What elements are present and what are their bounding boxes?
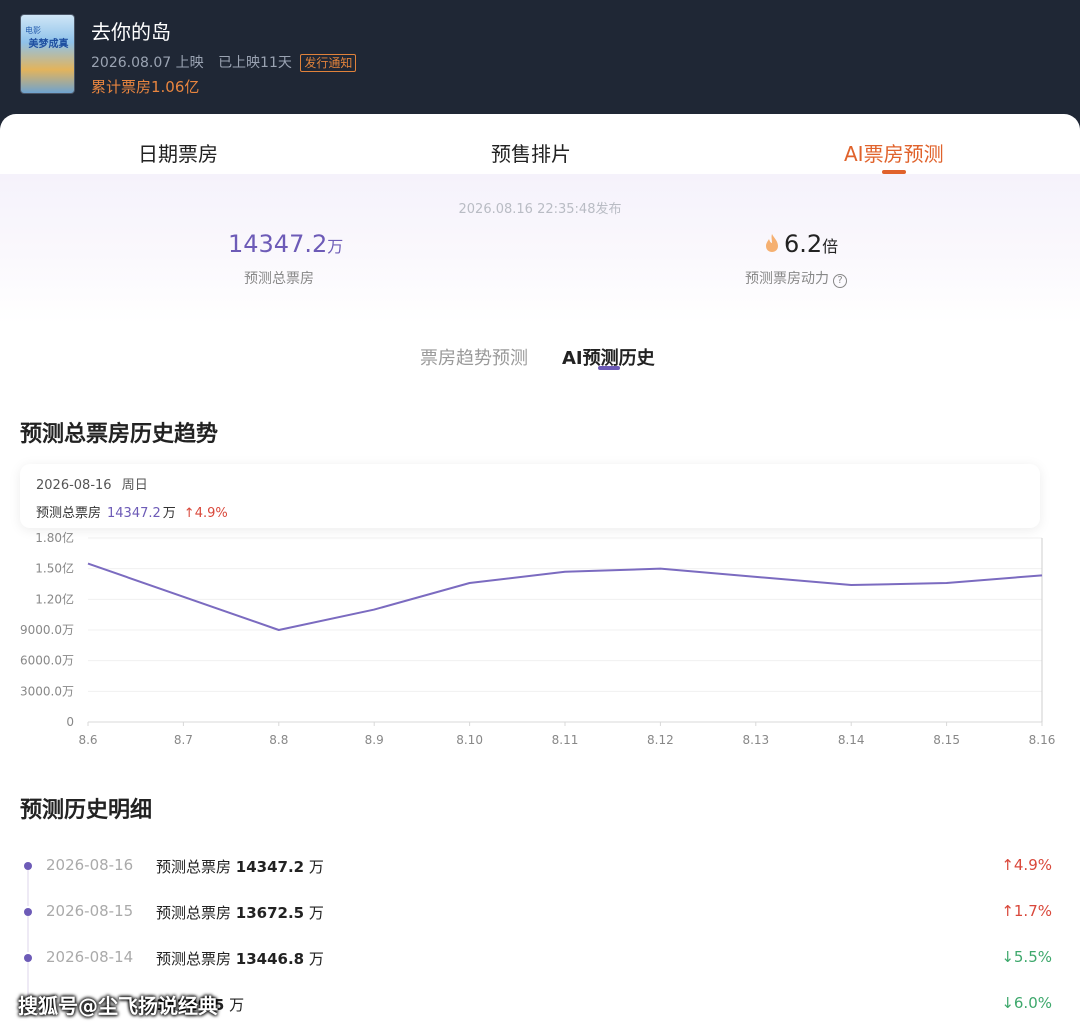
y-tick-label: 1.20亿 — [35, 591, 74, 606]
change-arrow-icon: ↑ — [1001, 902, 1014, 920]
poster-title-text: 美梦成真 — [28, 39, 69, 50]
main-tabs: 日期票房 预售排片 AI票房预测 — [0, 114, 1080, 174]
release-notice-badge[interactable]: 发行通知 — [300, 54, 357, 72]
movie-title: 去你的岛 — [91, 20, 171, 44]
x-tick-label: 8.8 — [269, 733, 288, 747]
history-label: 预测总票房 — [156, 950, 232, 968]
history-change: ↓6.0% — [1001, 994, 1052, 1012]
history-change-value: 1.7% — [1013, 902, 1052, 920]
tooltip-value-line: 预测总票房 14347.2 万 ↑4.9% — [36, 502, 228, 521]
x-tick-label: 8.6 — [78, 733, 97, 747]
x-tick-label: 8.10 — [456, 733, 483, 747]
poster-small-text: 电影 — [25, 26, 41, 35]
box-office-power-value: 6.2倍 — [764, 230, 838, 258]
y-tick-label: 1.50亿 — [35, 561, 74, 576]
x-tick-label: 8.12 — [647, 733, 674, 747]
y-tick-label: 0 — [66, 715, 74, 729]
tab-daily-box-office[interactable]: 日期票房 — [138, 138, 218, 167]
y-tick-label: 3000.0万 — [20, 684, 74, 698]
history-label: 预测总票房 — [156, 858, 232, 876]
timeline-dot — [24, 862, 32, 870]
chart-tooltip: 2026-08-16 周日 预测总票房 14347.2 万 ↑4.9% — [20, 464, 1040, 528]
timeline-dot — [24, 908, 32, 916]
help-icon[interactable]: ? — [833, 274, 847, 288]
trend-line-chart[interactable]: 0 3000.0万 6000.0万 9000.0万 1.20亿 1.50亿 1.80亿 8.6… — [0, 530, 1080, 762]
history-row[interactable]: 2026-08-16 预测总票房 14347.2 万 ↑4.9% — [0, 852, 1080, 906]
power-label-text: 预测票房动力 — [745, 271, 829, 287]
predicted-total-label: 预测总票房 — [244, 271, 314, 287]
x-tick-label: 8.13 — [742, 733, 769, 747]
history-unit: 万 — [308, 858, 324, 876]
history-change-value: 5.5% — [1013, 948, 1052, 966]
active-subtab-indicator — [598, 366, 620, 370]
tooltip-unit: 万 — [162, 506, 176, 521]
tooltip-date: 2026-08-16 周日 — [36, 474, 148, 493]
history-entry: 预测总票房 14347.2 万 — [156, 856, 324, 877]
power-unit: 倍 — [822, 237, 839, 256]
y-tick-label: 6000.0万 — [20, 654, 74, 668]
history-change-value: 6.0% — [1013, 994, 1052, 1012]
tooltip-value: 14347.2 — [107, 506, 161, 521]
x-tick-label: 8.15 — [933, 733, 960, 747]
subtab-trend-prediction[interactable]: 票房趋势预测 — [420, 344, 528, 370]
cumulative-box-office: 累计票房1.06亿 — [91, 78, 200, 96]
history-change: ↑4.9% — [1001, 856, 1052, 874]
history-row[interactable]: 2026-08-14 预测总票房 13446.8 万 ↓5.5% — [0, 944, 1080, 998]
movie-meta: 2026.08.07 上映 已上映11天 发行通知 — [91, 52, 366, 72]
trend-section-title: 预测总票房历史趋势 — [20, 422, 219, 447]
history-change-value: 4.9% — [1013, 856, 1052, 874]
history-unit: 万 — [308, 904, 324, 922]
change-arrow-icon: ↓ — [1001, 948, 1014, 966]
history-date: 2026-08-15 — [46, 902, 134, 920]
days-showing: 已上映11天 — [218, 55, 292, 71]
box-office-power-label: 预测票房动力? — [745, 268, 847, 288]
tab-presale-schedule[interactable]: 预售排片 — [491, 138, 571, 167]
change-arrow-icon: ↓ — [1001, 994, 1014, 1012]
x-tick-label: 8.9 — [365, 733, 384, 747]
history-section-title: 预测历史明细 — [20, 798, 153, 823]
x-tick-label: 8.7 — [174, 733, 193, 747]
predicted-total-unit: 万 — [327, 237, 344, 256]
history-entry: 预测总票房 13672.5 万 — [156, 902, 324, 923]
prediction-summary: 2026.08.16 22:35:48发布 14347.2万 预测总票房 6.2… — [0, 174, 1080, 324]
series-line — [87, 562, 1043, 631]
history-date: 2026-08-16 — [46, 856, 134, 874]
history-entry: 预测总票房 13446.8 万 — [156, 948, 324, 969]
tooltip-change-value: 4.9% — [194, 506, 228, 521]
x-tick-label: 8.16 — [1029, 733, 1056, 747]
history-value: 14347.2 — [235, 858, 305, 876]
tooltip-change: ↑4.9% — [183, 506, 228, 521]
history-label: 预测总票房 — [156, 904, 232, 922]
history-value: 13672.5 — [235, 904, 305, 922]
release-date: 2026.08.07 上映 — [91, 55, 204, 71]
history-change: ↑1.7% — [1001, 902, 1052, 920]
y-tick-label: 9000.0万 — [20, 623, 74, 637]
tooltip-weekday: 周日 — [121, 478, 148, 493]
history-date: 2026-08-14 — [46, 948, 134, 966]
history-value: 13446.8 — [235, 950, 305, 968]
predicted-total-value: 14347.2万 — [228, 230, 343, 258]
history-unit: 万 — [229, 996, 245, 1014]
x-tick-label: 8.14 — [838, 733, 865, 747]
tooltip-date-value: 2026-08-16 — [36, 478, 112, 493]
flame-icon — [764, 233, 780, 253]
history-row[interactable]: 2026-08-15 预测总票房 13672.5 万 ↑1.7% — [0, 898, 1080, 952]
history-change: ↓5.5% — [1001, 948, 1052, 966]
tooltip-label: 预测总票房 — [36, 506, 102, 521]
change-arrow-icon: ↑ — [1001, 856, 1014, 874]
sub-tabs: 票房趋势预测 AI预测历史 — [0, 342, 1080, 382]
watermark: 搜狐号@尘飞扬说经典 — [18, 994, 218, 1018]
history-unit: 万 — [308, 950, 324, 968]
y-tick-label: 1.80亿 — [35, 530, 74, 545]
power-number: 6.2 — [784, 230, 823, 258]
publish-time: 2026.08.16 22:35:48发布 — [458, 202, 622, 217]
x-tick-label: 8.11 — [552, 733, 579, 747]
tab-ai-prediction[interactable]: AI票房预测 — [844, 138, 944, 167]
timeline-dot — [24, 954, 32, 962]
predicted-total-number: 14347.2 — [228, 230, 328, 258]
movie-poster[interactable]: 电影 美梦成真 — [20, 14, 75, 94]
